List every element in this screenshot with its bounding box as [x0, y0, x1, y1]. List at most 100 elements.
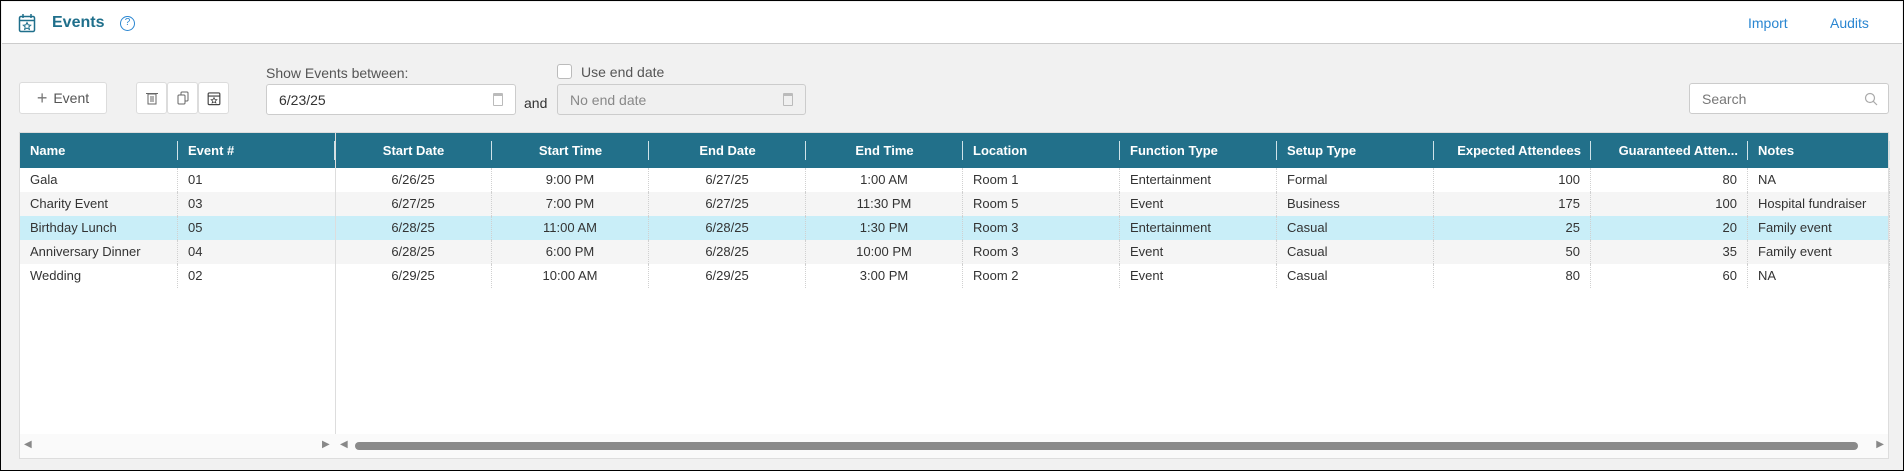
audits-link[interactable]: Audits	[1830, 15, 1869, 31]
cell-setup-type: Casual	[1277, 240, 1434, 264]
add-event-label: Event	[53, 90, 90, 106]
cell-expected-attendees: 50	[1434, 240, 1591, 264]
column-header-setup-type[interactable]: Setup Type	[1277, 133, 1434, 168]
cell-notes: Hospital fundraiser	[1748, 192, 1890, 216]
cell-expected-attendees: 100	[1434, 168, 1591, 192]
cell-end-date: 6/29/25	[649, 264, 806, 288]
cell-setup-type: Casual	[1277, 264, 1434, 288]
cell-end-time: 10:00 PM	[806, 240, 963, 264]
help-icon[interactable]: ?	[120, 16, 135, 31]
cell-function-type: Event	[1120, 240, 1277, 264]
cell-guaranteed-attendees: 60	[1591, 264, 1748, 288]
scroll-left-icon[interactable]: ◀	[340, 439, 348, 450]
cell-start-date: 6/27/25	[335, 192, 492, 216]
cell-guaranteed-attendees: 35	[1591, 240, 1748, 264]
cell-name: Gala	[20, 168, 178, 192]
cell-start-time: 10:00 AM	[492, 264, 649, 288]
trash-icon	[145, 93, 158, 105]
column-header-name[interactable]: Name	[20, 133, 178, 168]
cell-end-date: 6/27/25	[649, 168, 806, 192]
cell-event-number: 01	[188, 172, 203, 187]
table-row[interactable]: Wedding 02 6/29/25 10:00 AM 6/29/25 3:00 PM Ro…	[20, 264, 1890, 288]
scrollbar-thumb[interactable]	[355, 442, 1858, 450]
cell-start-time: 9:00 PM	[492, 168, 649, 192]
show-between-label: Show Events between:	[266, 65, 409, 81]
column-header-function-type[interactable]: Function Type	[1120, 133, 1277, 168]
start-date-input[interactable]: 6/23/25	[266, 84, 516, 115]
events-table: Name Event # Start Date Start Time End Date E…	[19, 132, 1890, 459]
calendar-icon	[783, 93, 793, 106]
delete-button[interactable]	[136, 82, 167, 114]
cell-start-date: 6/28/25	[335, 216, 492, 240]
cell-expected-attendees: 80	[1434, 264, 1591, 288]
cell-end-date: 6/28/25	[649, 216, 806, 240]
copy-button[interactable]	[167, 82, 198, 114]
plus-icon: +	[36, 87, 48, 108]
start-date-value: 6/23/25	[279, 92, 326, 108]
table-row[interactable]: Gala 01 6/26/25 9:00 PM 6/27/25 1:00 AM Room 1…	[20, 168, 1890, 192]
scroll-right-icon[interactable]: ▶	[1876, 439, 1884, 450]
calendar-icon[interactable]	[493, 93, 503, 106]
cell-function-type: Event	[1120, 264, 1277, 288]
cell-function-type: Event	[1120, 192, 1277, 216]
cell-location: Room 2	[963, 264, 1120, 288]
cell-name: Wedding	[20, 264, 178, 288]
cell-start-time: 6:00 PM	[492, 240, 649, 264]
cell-guaranteed-attendees: 80	[1591, 168, 1748, 192]
column-header-end-time[interactable]: End Time	[806, 133, 963, 168]
search-input[interactable]: Search	[1689, 83, 1889, 114]
add-event-button[interactable]: + Event	[19, 82, 107, 114]
calendar-event-button[interactable]	[198, 82, 229, 114]
cell-end-time: 11:30 PM	[806, 192, 963, 216]
column-header-start-time[interactable]: Start Time	[492, 133, 649, 168]
scroll-right-icon[interactable]: ▶	[322, 439, 330, 450]
cell-function-type: Entertainment	[1120, 168, 1277, 192]
use-end-date-checkbox[interactable]	[557, 64, 572, 79]
cell-notes: Family event	[1748, 240, 1890, 264]
cell-event-number: 05	[188, 220, 203, 235]
import-link[interactable]: Import	[1748, 15, 1788, 31]
table-header: Name Event # Start Date Start Time End Date E…	[20, 133, 1890, 168]
cell-name: Anniversary Dinner	[20, 240, 178, 264]
column-header-location[interactable]: Location	[963, 133, 1120, 168]
cell-location: Room 1	[963, 168, 1120, 192]
table-row[interactable]: Birthday Lunch 05 6/28/25 11:00 AM 6/28/25 1:…	[20, 216, 1890, 240]
table-row[interactable]: Anniversary Dinner 04 6/28/25 6:00 PM 6/28/2…	[20, 240, 1890, 264]
calendar-star-icon	[18, 14, 36, 33]
table-row[interactable]: Charity Event 03 6/27/25 7:00 PM 6/27/25 11:3…	[20, 192, 1890, 216]
horizontal-scrollbar[interactable]: ◀ ▶ ◀ ▶	[20, 434, 1888, 458]
cell-start-time: 7:00 PM	[492, 192, 649, 216]
cell-end-time: 3:00 PM	[806, 264, 963, 288]
calendar-star-icon	[207, 92, 220, 106]
column-header-notes[interactable]: Notes	[1748, 133, 1890, 168]
cell-event-number: 04	[188, 244, 203, 259]
cell-start-date: 6/26/25	[335, 168, 492, 192]
column-header-guaranteed-attendees[interactable]: Guaranteed Atten...	[1591, 133, 1748, 168]
cell-setup-type: Business	[1277, 192, 1434, 216]
cell-notes: NA	[1748, 264, 1890, 288]
cell-end-date: 6/28/25	[649, 240, 806, 264]
search-icon	[1864, 92, 1878, 106]
cell-location: Room 5	[963, 192, 1120, 216]
scroll-left-icon[interactable]: ◀	[24, 439, 32, 450]
cell-end-date: 6/27/25	[649, 192, 806, 216]
cell-expected-attendees: 175	[1434, 192, 1591, 216]
cell-notes: NA	[1748, 168, 1890, 192]
cell-start-time: 11:00 AM	[492, 216, 649, 240]
top-bar: Events ? Import Audits	[2, 2, 1902, 44]
cell-function-type: Entertainment	[1120, 216, 1277, 240]
search-placeholder: Search	[1702, 91, 1747, 107]
column-header-end-date[interactable]: End Date	[649, 133, 806, 168]
end-date-input[interactable]: No end date	[557, 84, 806, 115]
cell-guaranteed-attendees: 20	[1591, 216, 1748, 240]
events-window: Events ? Import Audits + Event Show Even…	[0, 0, 1904, 471]
and-label: and	[524, 95, 548, 111]
cell-end-time: 1:00 AM	[806, 168, 963, 192]
page-title: Events	[52, 14, 105, 31]
column-header-start-date[interactable]: Start Date	[335, 133, 492, 168]
cell-end-time: 1:30 PM	[806, 216, 963, 240]
column-header-event-number[interactable]: Event #	[178, 133, 335, 168]
cell-guaranteed-attendees: 100	[1591, 192, 1748, 216]
cell-event-number: 03	[188, 196, 203, 211]
column-header-expected-attendees[interactable]: Expected Attendees	[1434, 133, 1591, 168]
